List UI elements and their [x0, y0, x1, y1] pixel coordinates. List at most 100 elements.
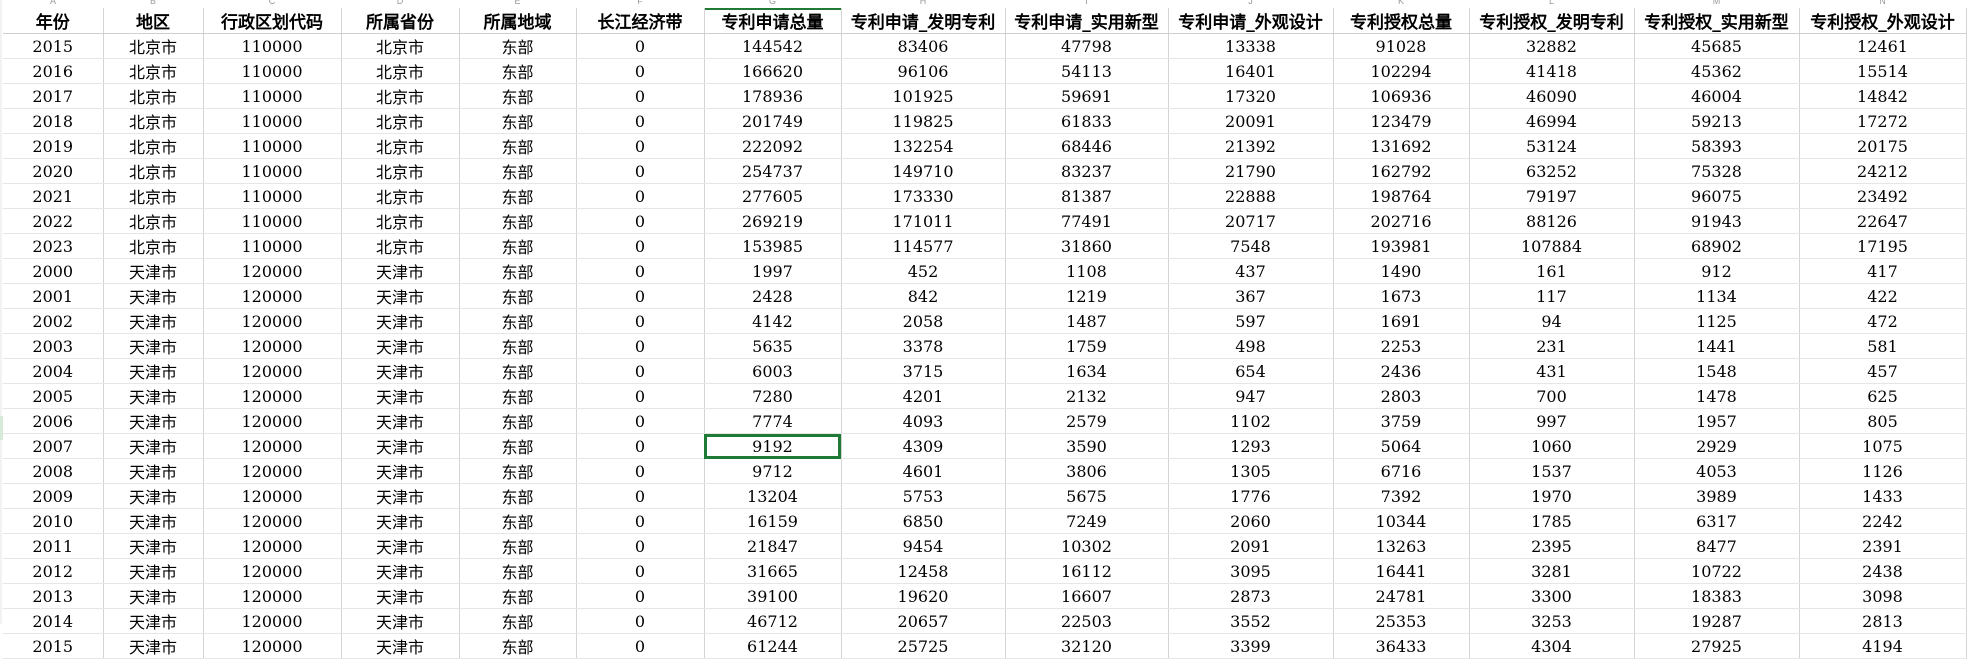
table-cell[interactable]: 东部 [459, 208, 577, 234]
table-cell[interactable]: 83237 [1005, 158, 1169, 184]
table-cell[interactable]: 天津市 [103, 483, 204, 509]
table-cell[interactable]: 805 [1799, 408, 1967, 434]
table-cell[interactable]: 91028 [1333, 33, 1470, 59]
table-cell[interactable]: 0 [576, 58, 705, 84]
column-letter-B[interactable]: B [103, 0, 203, 6]
table-cell[interactable]: 0 [576, 133, 705, 159]
table-cell[interactable]: 417 [1799, 258, 1967, 284]
table-cell[interactable]: 422 [1799, 283, 1967, 309]
table-cell[interactable]: 46090 [1469, 83, 1635, 109]
table-cell[interactable]: 2004 [3, 358, 104, 384]
table-cell[interactable]: 0 [576, 558, 705, 584]
table-cell[interactable]: 94 [1469, 308, 1635, 334]
table-cell[interactable]: 1060 [1469, 433, 1635, 459]
table-cell[interactable]: 222092 [704, 133, 842, 159]
table-cell[interactable]: 3253 [1469, 608, 1635, 634]
table-cell[interactable]: 东部 [459, 383, 577, 409]
table-cell[interactable]: 61833 [1005, 108, 1169, 134]
table-cell[interactable]: 2873 [1168, 583, 1334, 609]
table-cell[interactable]: 1673 [1333, 283, 1470, 309]
table-cell[interactable]: 25725 [841, 633, 1006, 659]
table-cell[interactable]: 45362 [1634, 58, 1800, 84]
table-cell[interactable]: 120000 [203, 333, 342, 359]
table-cell[interactable]: 22888 [1168, 183, 1334, 209]
table-cell[interactable]: 110000 [203, 158, 342, 184]
table-cell[interactable]: 39100 [704, 583, 842, 609]
table-cell[interactable]: 3281 [1469, 558, 1635, 584]
table-cell[interactable]: 3552 [1168, 608, 1334, 634]
table-cell[interactable]: 2008 [3, 458, 104, 484]
table-cell[interactable]: 10302 [1005, 533, 1169, 559]
table-cell[interactable]: 3989 [1634, 483, 1800, 509]
table-cell[interactable]: 4053 [1634, 458, 1800, 484]
column-header[interactable]: 专利申请总量 [704, 8, 842, 34]
table-cell[interactable]: 0 [576, 508, 705, 534]
table-cell[interactable]: 1970 [1469, 483, 1635, 509]
table-cell[interactable]: 46712 [704, 608, 842, 634]
table-cell[interactable]: 110000 [203, 108, 342, 134]
table-cell[interactable]: 27925 [1634, 633, 1800, 659]
table-cell[interactable]: 北京市 [103, 58, 204, 84]
table-cell[interactable]: 东部 [459, 133, 577, 159]
table-cell[interactable]: 120000 [203, 558, 342, 584]
table-cell[interactable]: 68902 [1634, 233, 1800, 259]
table-cell[interactable]: 2000 [3, 258, 104, 284]
table-cell[interactable]: 106936 [1333, 83, 1470, 109]
table-cell[interactable]: 东部 [459, 183, 577, 209]
table-cell[interactable]: 144542 [704, 33, 842, 59]
table-cell[interactable]: 254737 [704, 158, 842, 184]
table-cell[interactable]: 2579 [1005, 408, 1169, 434]
table-cell[interactable]: 9454 [841, 533, 1006, 559]
table-cell[interactable]: 3399 [1168, 633, 1334, 659]
table-cell[interactable]: 4601 [841, 458, 1006, 484]
table-cell[interactable]: 3759 [1333, 408, 1470, 434]
table-cell[interactable]: 北京市 [103, 208, 204, 234]
table-cell[interactable]: 18383 [1634, 583, 1800, 609]
table-cell[interactable]: 1957 [1634, 408, 1800, 434]
table-cell[interactable]: 0 [576, 183, 705, 209]
table-cell[interactable]: 3590 [1005, 433, 1169, 459]
table-cell[interactable]: 63252 [1469, 158, 1635, 184]
table-cell[interactable]: 2013 [3, 583, 104, 609]
table-cell[interactable]: 13338 [1168, 33, 1334, 59]
table-cell[interactable]: 天津市 [341, 608, 460, 634]
table-cell[interactable]: 77491 [1005, 208, 1169, 234]
table-cell[interactable]: 1219 [1005, 283, 1169, 309]
table-cell[interactable]: 1075 [1799, 433, 1967, 459]
table-cell[interactable]: 83406 [841, 33, 1006, 59]
column-header[interactable]: 专利授权_外观设计 [1799, 8, 1967, 34]
column-letter-D[interactable]: D [341, 0, 459, 6]
table-cell[interactable]: 22647 [1799, 208, 1967, 234]
table-cell[interactable]: 1691 [1333, 308, 1470, 334]
table-cell[interactable]: 842 [841, 283, 1006, 309]
table-cell[interactable]: 2929 [1634, 433, 1800, 459]
table-cell[interactable]: 700 [1469, 383, 1635, 409]
table-cell[interactable]: 1487 [1005, 308, 1169, 334]
column-header[interactable]: 专利申请_实用新型 [1005, 8, 1169, 34]
table-cell[interactable]: 20175 [1799, 133, 1967, 159]
table-cell[interactable]: 498 [1168, 333, 1334, 359]
column-header[interactable]: 专利授权总量 [1333, 8, 1470, 34]
table-cell[interactable]: 24212 [1799, 158, 1967, 184]
table-cell[interactable]: 5675 [1005, 483, 1169, 509]
table-cell[interactable]: 6716 [1333, 458, 1470, 484]
table-cell[interactable]: 45685 [1634, 33, 1800, 59]
table-cell[interactable]: 0 [576, 483, 705, 509]
table-cell[interactable]: 193981 [1333, 233, 1470, 259]
table-cell[interactable]: 天津市 [103, 383, 204, 409]
table-cell[interactable]: 120000 [203, 508, 342, 534]
table-cell[interactable]: 3095 [1168, 558, 1334, 584]
table-cell[interactable]: 5064 [1333, 433, 1470, 459]
table-cell[interactable]: 天津市 [341, 333, 460, 359]
table-cell[interactable]: 天津市 [103, 583, 204, 609]
table-cell[interactable]: 0 [576, 83, 705, 109]
table-cell[interactable]: 20091 [1168, 108, 1334, 134]
table-cell[interactable]: 2242 [1799, 508, 1967, 534]
column-letter-C[interactable]: C [203, 0, 341, 6]
table-cell[interactable]: 88126 [1469, 208, 1635, 234]
table-cell[interactable]: 231 [1469, 333, 1635, 359]
table-cell[interactable]: 2018 [3, 108, 104, 134]
table-cell[interactable]: 天津市 [103, 258, 204, 284]
table-cell[interactable]: 2058 [841, 308, 1006, 334]
table-cell[interactable]: 4142 [704, 308, 842, 334]
